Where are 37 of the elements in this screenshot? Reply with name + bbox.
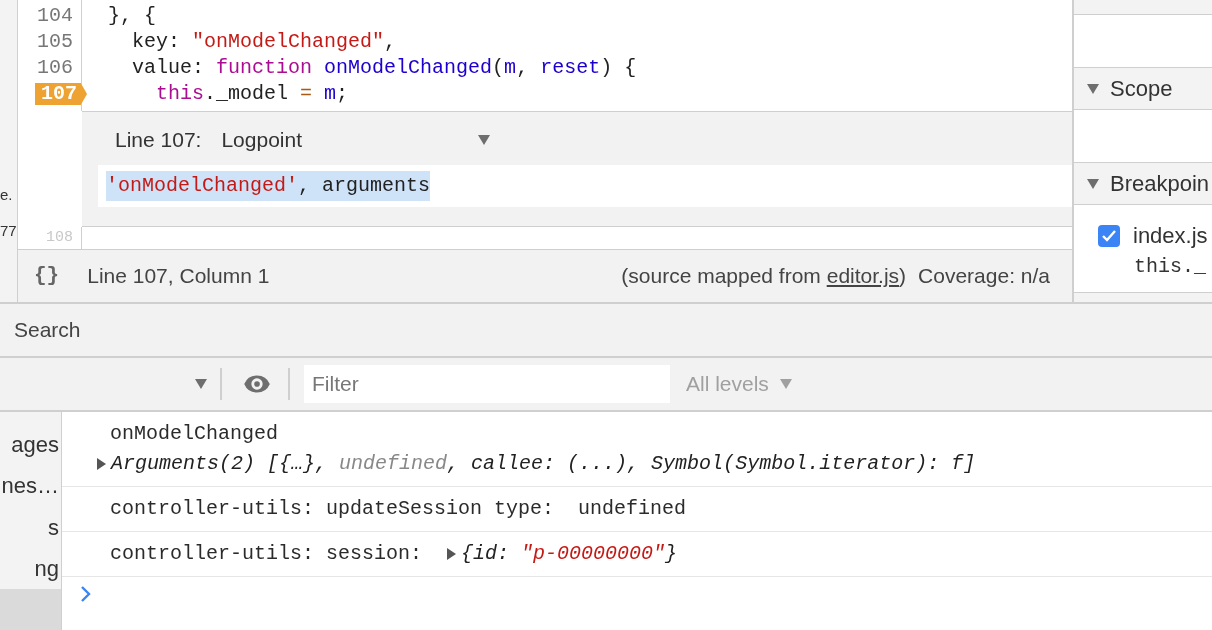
caret-icon	[194, 378, 208, 390]
checkmark-icon	[1102, 229, 1116, 242]
drawer-tab[interactable]: Search	[14, 314, 81, 346]
logpoint-line-label: Line 107:	[115, 127, 202, 154]
breakpoint-checkbox[interactable]	[1098, 224, 1120, 247]
breakpoint-file: index.js	[1133, 222, 1208, 250]
section-header[interactable]: Breakpoin	[1074, 162, 1212, 205]
code-line: this._model = m;	[155, 81, 350, 107]
console-message: controller-utils: session: {id: "p-00000000"}	[62, 532, 1212, 577]
sidebar-item[interactable]: ages	[0, 424, 61, 466]
code-line: value: function onModelChanged(m, reset) {	[131, 55, 638, 81]
caret-icon	[778, 378, 793, 390]
logpoint-expression-field[interactable]: 'onModelChanged', arguments	[98, 165, 1072, 207]
sidebar-item[interactable]: s	[0, 506, 61, 548]
logpoint-type-dropdown[interactable]: Logpoint	[221, 124, 492, 156]
sidebar-item[interactable]: ng	[0, 547, 61, 589]
code-line: key: "onModelChanged",	[131, 29, 398, 55]
coverage-status: Coverage: n/a	[918, 263, 1050, 290]
console-message: controller-utils: updateSession type: undefined	[62, 487, 1212, 532]
prompt-chevron-icon	[80, 585, 92, 603]
truncated-label: e.	[0, 185, 14, 205]
console-message: onModelChanged Arguments(2) [{…}, undefined, callee: (...), Symbol(Symbol.iterator): f]	[62, 412, 1212, 487]
breakpoint-code: this._	[1134, 254, 1207, 280]
disclosure-triangle-icon	[1086, 177, 1100, 190]
caret-icon	[477, 134, 492, 146]
filter-field[interactable]: Filter	[304, 365, 670, 403]
sidebar-item[interactable]: nes…	[0, 465, 61, 507]
source-link[interactable]: editor.js	[826, 264, 900, 288]
disclosure-triangle-icon	[1086, 82, 1100, 95]
expand-triangle-icon[interactable]	[96, 457, 107, 471]
pretty-print-icon[interactable]: {}	[34, 260, 60, 292]
cursor-position: Line 107, Column 1	[87, 263, 270, 290]
code-line: }, {	[107, 3, 157, 29]
section-header[interactable]: Scope	[1074, 67, 1212, 110]
expand-triangle-icon[interactable]	[446, 547, 458, 561]
source-map-info: (source mapped from editor.js)	[621, 263, 907, 290]
truncated-label: 77	[0, 221, 17, 241]
